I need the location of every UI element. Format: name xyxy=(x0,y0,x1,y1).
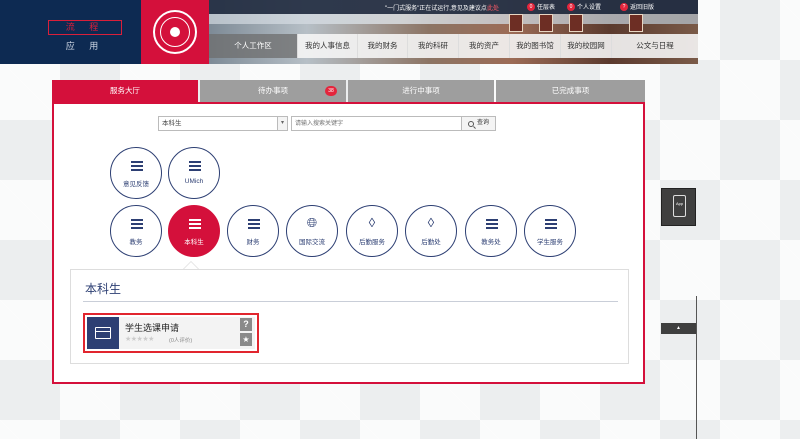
top-nav: 个人工作区 我的人事信息 我的财务 我的科研 我的资产 我的图书馆 我的校园网 … xyxy=(209,34,698,58)
search-bar: 本科生 ▾ 查询 xyxy=(158,116,496,131)
quick-link-task-table[interactable]: 0 任层表 xyxy=(527,2,555,11)
notice-bar: "一门式服务"正在试运行,意见及建议点此处 0 任层表 0 个人设置 ? 返回旧… xyxy=(209,0,698,14)
category-international-exchange[interactable]: 🌐︎ 国际交流 xyxy=(286,205,338,257)
seal-icon xyxy=(153,10,197,54)
card-icon xyxy=(87,317,119,349)
list-icon xyxy=(486,219,498,229)
list-icon xyxy=(545,219,557,229)
nav-research[interactable]: 我的科研 xyxy=(407,34,458,58)
search-input[interactable] xyxy=(291,116,461,131)
application-tab[interactable]: 应 用 xyxy=(48,35,122,55)
category-services-panel: 本科生 学生选课申请 ★★★★★ (0人评价) ? ★ xyxy=(70,269,629,364)
quick-link-old-version[interactable]: ? 返回旧版 xyxy=(620,2,654,11)
nav-assets[interactable]: 我的资产 xyxy=(458,34,509,58)
globe-icon: 🌐︎ xyxy=(306,215,318,230)
side-divider xyxy=(696,296,697,439)
search-icon xyxy=(467,120,474,127)
category-logistics-service[interactable]: ◊ 后勤服务 xyxy=(346,205,398,257)
university-logo[interactable] xyxy=(141,0,209,64)
main-tabs: 服务大厅 待办事项 38 进行中事项 已完成事项 xyxy=(52,80,645,102)
category-undergraduate[interactable]: 本科生 xyxy=(168,205,220,257)
tab-in-progress[interactable]: 进行中事项 xyxy=(348,80,494,102)
header: 流 程 应 用 "一门式服务"正在试运行,意见及建议点此处 0 任层表 0 个人… xyxy=(0,0,698,64)
category-academic-office[interactable]: 教务处 xyxy=(465,205,517,257)
app-download-button[interactable]: App xyxy=(661,188,696,226)
service-name[interactable]: 学生选课申请 xyxy=(125,321,179,334)
layers-icon: ◊ xyxy=(368,215,376,230)
nav-library[interactable]: 我的图书馆 xyxy=(509,34,560,58)
notice-text: "一门式服务"正在试运行,意见及建议点此处 xyxy=(385,6,499,12)
service-card-course-selection[interactable]: 学生选课申请 ★★★★★ (0人评价) ? ★ xyxy=(83,313,259,353)
layers-icon: ◊ xyxy=(427,215,435,230)
nav-hr-info[interactable]: 我的人事信息 xyxy=(297,34,357,58)
list-icon xyxy=(189,219,201,229)
nav-personal-workspace[interactable]: 个人工作区 xyxy=(209,34,297,58)
quick-link-personal-settings[interactable]: 0 个人设置 xyxy=(567,2,601,11)
chevron-down-icon: ▾ xyxy=(277,117,287,130)
rating-stars[interactable]: ★★★★★ xyxy=(125,335,154,343)
back-to-top-button[interactable]: ▲ xyxy=(661,323,696,334)
todo-count-badge: 38 xyxy=(325,86,337,96)
help-icon[interactable]: ? xyxy=(240,318,252,331)
nav-documents-schedule[interactable]: 公文与日程 xyxy=(611,34,698,58)
process-tab[interactable]: 流 程 xyxy=(48,20,122,35)
favorite-star-icon[interactable]: ★ xyxy=(240,333,252,346)
category-select[interactable]: 本科生 ▾ xyxy=(158,116,288,131)
category-feedback[interactable]: 意见反馈 xyxy=(110,147,162,199)
list-icon xyxy=(189,161,201,171)
section-title: 本科生 xyxy=(85,282,122,296)
tab-completed[interactable]: 已完成事项 xyxy=(496,80,645,102)
list-icon xyxy=(248,219,260,229)
rating-count: (0人评价) xyxy=(169,338,193,344)
list-icon xyxy=(131,219,143,229)
notice-link[interactable]: 此处 xyxy=(487,6,499,12)
service-hall-panel: 本科生 ▾ 查询 意见反馈 UMich 教务 本科生 财务 🌐︎ 国际交流 ◊ … xyxy=(52,102,645,384)
tab-service-hall[interactable]: 服务大厅 xyxy=(52,80,198,102)
category-logistics-office[interactable]: ◊ 后勤处 xyxy=(405,205,457,257)
category-academic-affairs[interactable]: 教务 xyxy=(110,205,162,257)
list-icon xyxy=(131,161,143,171)
nav-campus-network[interactable]: 我的校园网 xyxy=(560,34,611,58)
category-finance[interactable]: 财务 xyxy=(227,205,279,257)
category-umich[interactable]: UMich xyxy=(168,147,220,199)
app-switcher: 流 程 应 用 xyxy=(48,20,122,58)
section-divider xyxy=(83,301,618,302)
search-button[interactable]: 查询 xyxy=(461,116,496,131)
tab-todo[interactable]: 待办事项 38 xyxy=(200,80,346,102)
category-student-services[interactable]: 学生服务 xyxy=(524,205,576,257)
nav-finance[interactable]: 我的财务 xyxy=(357,34,407,58)
phone-icon xyxy=(673,195,686,217)
